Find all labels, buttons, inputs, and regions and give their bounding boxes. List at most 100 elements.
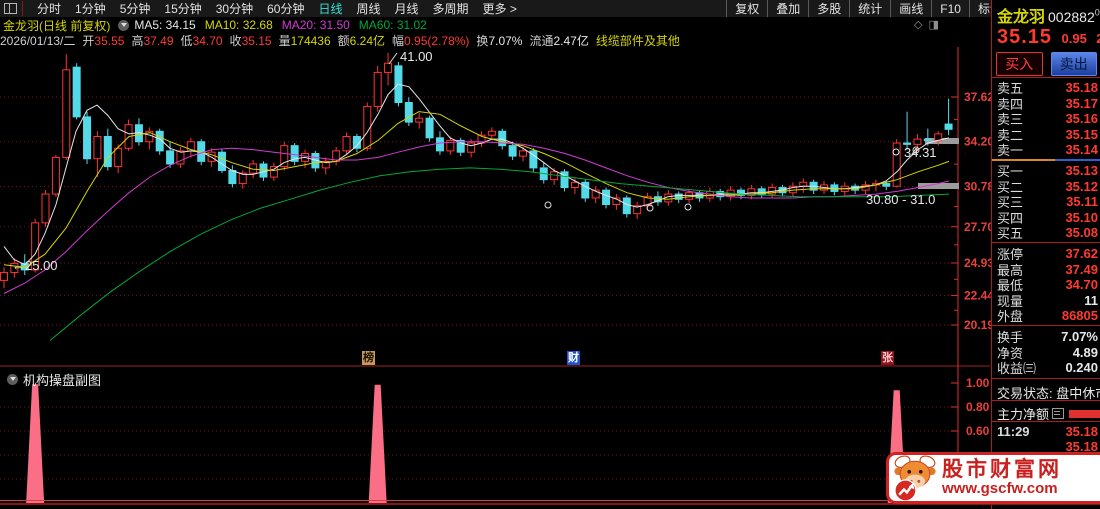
sub-axis-label: 0.60 xyxy=(966,424,990,438)
main-force-label: 主力净额 xyxy=(997,407,1050,422)
price-percent: 2.78% xyxy=(1096,31,1100,46)
subchart-title: 机构操盘副图 xyxy=(23,373,102,388)
ma-line-ma60 xyxy=(49,167,950,341)
candle xyxy=(685,192,694,200)
chart-annotation: 34.31 xyxy=(904,145,937,160)
candle xyxy=(913,138,922,145)
candle xyxy=(882,183,891,187)
panel-separator xyxy=(992,77,1100,78)
stock-code: 002882 xyxy=(1048,9,1095,25)
main-chart: 37.62 34.20 30.78 27.70 24.93 22.44 20.19 1.00 0… xyxy=(0,47,991,503)
main-force-bar xyxy=(1069,409,1100,418)
candle xyxy=(217,151,226,172)
candle xyxy=(72,66,81,118)
logo-site-url: www.gscfw.com xyxy=(942,480,1058,498)
level-value: 35.18 xyxy=(1065,80,1098,95)
chart-annotation: 30.80 - 31.0 xyxy=(866,192,935,207)
trade-buttons: 买入 卖出 xyxy=(996,52,1097,76)
sell-level-row[interactable]: 卖一 35.14 xyxy=(992,142,1100,159)
logo-text: 股市财富网 www.gscfw.com xyxy=(942,459,1062,497)
level-label: 买五 xyxy=(997,226,1024,242)
candle xyxy=(0,272,8,281)
stock-name: 金龙羽 xyxy=(997,9,1046,26)
candle xyxy=(487,130,496,136)
bull-icon xyxy=(894,455,936,501)
last-price: 35.15 xyxy=(997,26,1053,48)
level-value: 35.17 xyxy=(1065,95,1098,111)
list-icon[interactable] xyxy=(1052,408,1065,419)
y-axis-label: 37.62 xyxy=(964,90,991,104)
candle xyxy=(425,117,434,139)
sell-button[interactable]: 卖出 xyxy=(1050,52,1097,76)
ma-line-ma5 xyxy=(3,83,950,266)
chevron-down-icon[interactable] xyxy=(7,374,18,385)
candle xyxy=(799,181,808,187)
tick-row: 11:29 35.18 xyxy=(992,424,1100,439)
candle xyxy=(384,62,393,73)
stock-title: 金龙羽00288200 xyxy=(997,3,1100,27)
event-marker-财[interactable]: 财 xyxy=(567,351,580,365)
subchart-header: 机构操盘副图 xyxy=(2,370,101,389)
level-value: 37.49 xyxy=(1065,261,1098,277)
candle xyxy=(602,189,611,206)
stock-code-flag: 00 xyxy=(1094,7,1100,18)
event-marker-张[interactable]: 张 xyxy=(881,351,894,365)
trade-status: 交易状态: 盘中休市 xyxy=(997,386,1100,401)
candle xyxy=(51,156,60,195)
candle xyxy=(923,138,932,141)
candle xyxy=(62,69,71,158)
candle xyxy=(280,145,289,168)
level-value: 4.89 xyxy=(1072,344,1098,360)
candle xyxy=(570,181,579,189)
candle xyxy=(467,142,476,153)
main-force-row: 主力净额 xyxy=(997,404,1100,423)
chart-annotation: ←25.00 xyxy=(12,258,58,273)
candle xyxy=(228,170,237,185)
indicator-spike xyxy=(368,384,387,503)
y-axis-label: 22.44 xyxy=(964,289,991,303)
candle xyxy=(519,150,527,157)
level-value: 11 xyxy=(1084,292,1098,308)
level-value: 0.240 xyxy=(1065,360,1098,375)
stat-row[interactable]: 收益㈢ 0.240 xyxy=(992,360,1100,376)
panel-separator xyxy=(992,242,1100,243)
sub-axis-label: 1.00 xyxy=(966,376,990,390)
candle xyxy=(435,137,444,152)
trading-app-window: 分时 1分钟 5分钟 15分钟 30分钟 60分钟 日线 周线 月线 多周期 更多 > 复权 叠加 多股… xyxy=(0,0,1100,509)
candle xyxy=(83,116,92,160)
event-marker-榜[interactable]: 榜 xyxy=(362,351,375,365)
buy-level-row[interactable]: 买五 35.08 xyxy=(992,225,1100,242)
panel-separator xyxy=(992,378,1100,379)
level-value: 35.16 xyxy=(1065,111,1098,127)
quote-panel: 金龙羽00288200 35.15 0.95 2.78% 买入 卖出 卖五35.… xyxy=(991,0,1100,509)
level-value: 35.14 xyxy=(1065,142,1098,158)
level-label: 收益㈢ xyxy=(997,361,1037,376)
y-axis-label: 24.93 xyxy=(964,256,991,270)
y-axis-label: 30.78 xyxy=(964,179,991,193)
candle xyxy=(622,197,631,215)
level-label: 卖一 xyxy=(997,143,1024,159)
level-value: 35.15 xyxy=(1065,126,1098,142)
level-value: 35.12 xyxy=(1065,178,1098,194)
level-value: 37.62 xyxy=(1065,246,1098,261)
candle xyxy=(508,145,517,157)
logo-site-name: 股市财富网 xyxy=(942,458,1062,482)
y-axis-label: 34.20 xyxy=(964,135,991,149)
level-label: 外盘 xyxy=(997,309,1024,324)
level-value: 86805 xyxy=(1061,308,1098,323)
stat-row[interactable]: 外盘 86805 xyxy=(992,308,1100,324)
ma-line-ma20 xyxy=(3,141,950,294)
indicator-spike xyxy=(26,384,45,503)
chart-annotation: 41.00 xyxy=(400,49,433,64)
candle xyxy=(41,193,50,224)
y-axis-label: 27.70 xyxy=(964,220,991,234)
level-value: 35.11 xyxy=(1066,194,1098,210)
buy-button[interactable]: 买入 xyxy=(996,52,1043,76)
watermark-logo[interactable]: 股市财富网 www.gscfw.com xyxy=(886,452,1100,504)
candle xyxy=(166,150,175,165)
level-value: 7.07% xyxy=(1061,329,1098,344)
y-axis-label: 20.19 xyxy=(964,318,991,332)
tick-time: 11:29 xyxy=(997,424,1030,439)
candle xyxy=(342,136,351,152)
price-row: 35.15 0.95 2.78% xyxy=(997,26,1100,49)
